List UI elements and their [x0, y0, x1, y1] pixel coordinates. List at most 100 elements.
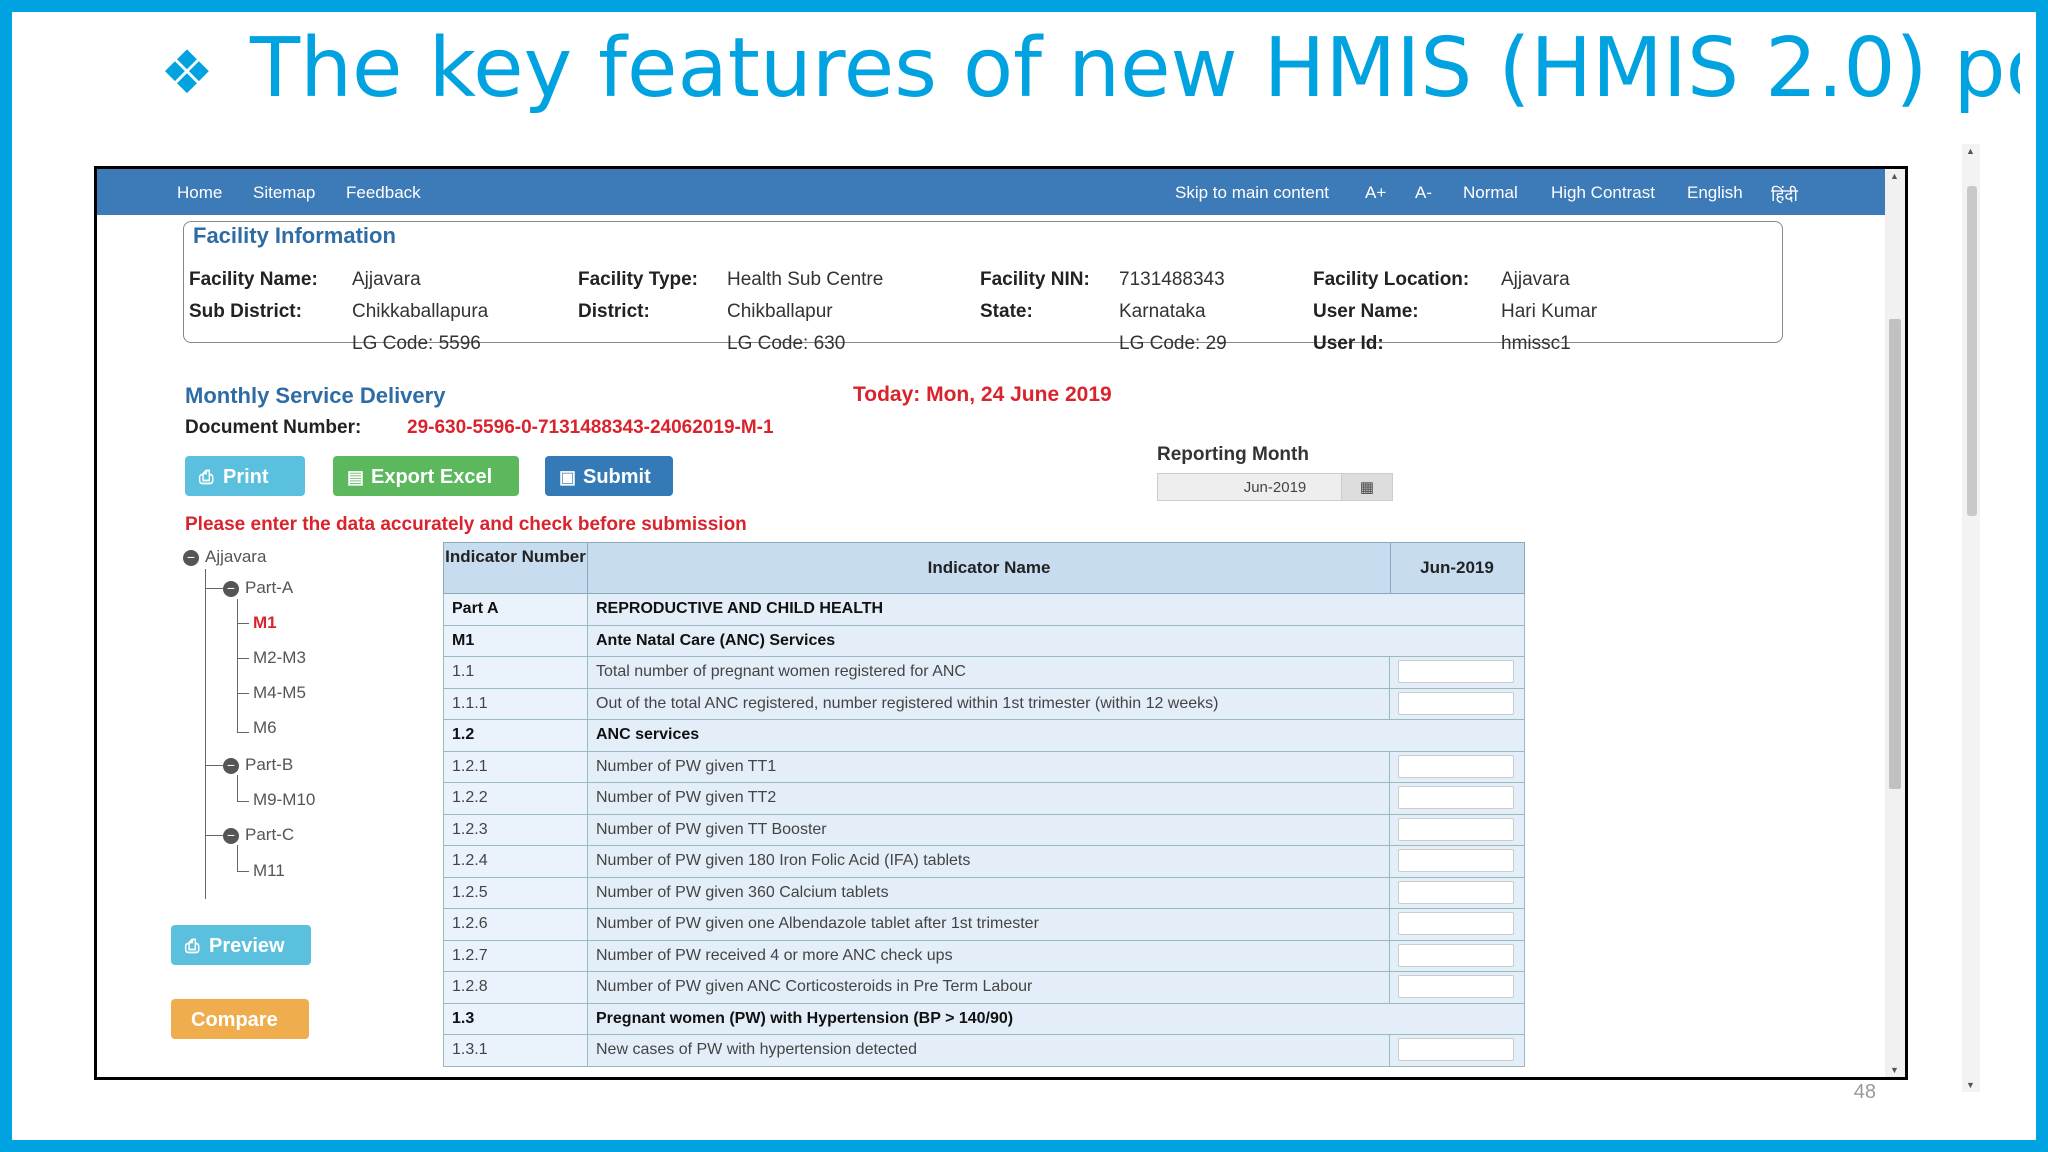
table-row: 1.2.4 Number of PW given 180 Iron Folic A…	[443, 846, 1525, 878]
indicator-value-input[interactable]	[1398, 660, 1514, 683]
table-row: 1.2.2 Number of PW given TT2	[443, 783, 1525, 815]
table-row: 1.3.1 New cases of PW with hypertension d…	[443, 1035, 1525, 1067]
tree-line	[237, 732, 249, 733]
table-row: 1.2.1 Number of PW given TT1	[443, 751, 1525, 783]
table-row: 1.1.1 Out of the total ANC registered, nu…	[443, 688, 1525, 720]
indicator-value-input[interactable]	[1398, 912, 1514, 935]
state-lg-code: LG Code: 29	[1119, 333, 1227, 354]
table-row: 1.2.8 Number of PW given ANC Corticostero…	[443, 972, 1525, 1004]
indicator-number-cell: 1.3	[444, 1003, 588, 1034]
print-button[interactable]: ⎙ Print	[185, 456, 305, 496]
tree-part-a-label: Part-A	[245, 578, 294, 597]
indicator-value-input[interactable]	[1398, 786, 1514, 809]
nav-feedback-link[interactable]: Feedback	[346, 183, 421, 203]
scroll-down-icon[interactable]: ▼	[1966, 1080, 1975, 1090]
value-cell	[1390, 909, 1524, 940]
slide-title-text: The key features of new HMIS (HMIS 2.0) …	[250, 21, 2020, 116]
preview-button-label: Preview	[209, 935, 285, 957]
tree-item-m6[interactable]: M6	[253, 718, 277, 738]
indicator-value-input[interactable]	[1398, 754, 1514, 778]
preview-button[interactable]: ⎙ Preview	[171, 925, 311, 965]
slide-title: ❖ The key features of new HMIS (HMIS 2.0)…	[160, 14, 2020, 142]
indicator-value-input[interactable]	[1398, 817, 1514, 841]
font-increase-link[interactable]: A+	[1365, 183, 1386, 203]
export-excel-button[interactable]: ▤ Export Excel	[333, 456, 519, 496]
facility-name-value: Ajjavara	[352, 269, 421, 290]
reporting-month-label: Reporting Month	[1157, 444, 1309, 465]
tree-item-part-b[interactable]: − Part-B	[223, 755, 293, 775]
submit-button[interactable]: ▣ Submit	[545, 456, 673, 496]
tree-line	[237, 871, 249, 872]
table-row: 1.2.3 Number of PW given TT Booster	[443, 814, 1525, 846]
month-column-header: Jun-2019	[1420, 558, 1494, 577]
facility-name-label: Facility Name:	[189, 269, 318, 290]
nav-home-link[interactable]: Home	[177, 183, 222, 203]
indicator-number-cell: 1.2.8	[444, 972, 588, 1003]
hindi-language-link[interactable]: हिंदी	[1771, 183, 1798, 206]
spreadsheet-icon: ▤	[347, 467, 365, 487]
tree-line	[237, 801, 249, 802]
tree-item-m9-m10[interactable]: M9-M10	[253, 790, 315, 810]
tree-root-ajjavara[interactable]: − Ajjavara	[183, 547, 266, 567]
english-language-link[interactable]: English	[1687, 183, 1743, 203]
tree-item-m11[interactable]: M11	[253, 861, 285, 881]
user-id-value: hmissc1	[1501, 333, 1571, 354]
tree-item-part-c[interactable]: − Part-C	[223, 825, 294, 845]
tree-item-m4-m5[interactable]: M4-M5	[253, 683, 306, 703]
value-cell	[1390, 752, 1524, 783]
collapse-icon[interactable]: −	[223, 827, 239, 844]
high-contrast-link[interactable]: High Contrast	[1551, 183, 1655, 203]
indicator-number-header: Indicator Number	[444, 543, 588, 593]
indicator-name-cell: Number of PW given 180 Iron Folic Acid (…	[588, 846, 1390, 877]
table-header: Indicator Number Indicator Name Jun-2019	[443, 542, 1525, 594]
indicator-value-input[interactable]	[1398, 1038, 1514, 1061]
compare-button[interactable]: Compare	[171, 999, 309, 1039]
indicator-value-input[interactable]	[1398, 849, 1514, 872]
indicator-number-cell: M1	[444, 625, 588, 656]
slide-scrollbar[interactable]: ▲ ▼	[1962, 144, 1980, 1092]
collapse-icon[interactable]: −	[183, 549, 199, 566]
value-cell	[1390, 972, 1524, 1003]
value-cell	[1390, 846, 1524, 877]
user-name-value: Hari Kumar	[1501, 301, 1598, 322]
collapse-icon[interactable]: −	[223, 757, 239, 774]
indicator-name-cell: Number of PW given TT Booster	[588, 814, 1390, 845]
calendar-icon[interactable]: ▦	[1341, 474, 1392, 500]
indicator-value-input[interactable]	[1398, 943, 1514, 967]
tree-item-part-a[interactable]: − Part-A	[223, 578, 293, 598]
print-button-label: Print	[223, 466, 269, 488]
font-decrease-link[interactable]: A-	[1415, 183, 1432, 203]
value-cell	[1390, 689, 1524, 720]
district-label: District:	[578, 301, 650, 322]
reporting-month-input[interactable]: Jun-2019 ▦	[1157, 473, 1393, 501]
page-scrollbar[interactable]: ▲ ▼	[1885, 169, 1905, 1077]
value-cell	[1390, 815, 1524, 846]
tree-line	[237, 775, 238, 801]
skip-to-main-link[interactable]: Skip to main content	[1175, 183, 1329, 203]
indicator-name-cell: Number of PW given TT1	[588, 751, 1390, 782]
state-value: Karnataka	[1119, 301, 1206, 322]
normal-contrast-link[interactable]: Normal	[1463, 183, 1518, 203]
tree-line	[237, 693, 249, 694]
nav-sitemap-link[interactable]: Sitemap	[253, 183, 315, 203]
scroll-up-icon[interactable]: ▲	[1966, 146, 1975, 156]
indicator-value-input[interactable]	[1398, 975, 1514, 998]
tree-line	[237, 845, 238, 871]
tree-item-m2-m3[interactable]: M2-M3	[253, 648, 306, 668]
reporting-month-value: Jun-2019	[1243, 479, 1307, 496]
district-lg-code: LG Code: 630	[727, 333, 846, 354]
indicator-number-cell: 1.1.1	[444, 688, 588, 719]
sub-district-label: Sub District:	[189, 301, 302, 322]
indicator-value-input[interactable]	[1398, 880, 1514, 904]
scroll-down-icon[interactable]: ▼	[1890, 1065, 1899, 1075]
indicator-number-cell: 1.2.5	[444, 877, 588, 908]
indicator-value-input[interactable]	[1398, 691, 1514, 715]
scroll-up-icon[interactable]: ▲	[1890, 171, 1899, 181]
tree-item-m1[interactable]: M1	[253, 613, 277, 633]
indicator-name-cell: Number of PW given ANC Corticosteroids i…	[588, 972, 1390, 1003]
scrollbar-thumb[interactable]	[1889, 319, 1901, 789]
indicator-number-cell: 1.2.7	[444, 940, 588, 971]
indicator-name-cell: ANC services	[596, 726, 700, 743]
scrollbar-thumb[interactable]	[1967, 186, 1977, 516]
collapse-icon[interactable]: −	[223, 580, 239, 597]
